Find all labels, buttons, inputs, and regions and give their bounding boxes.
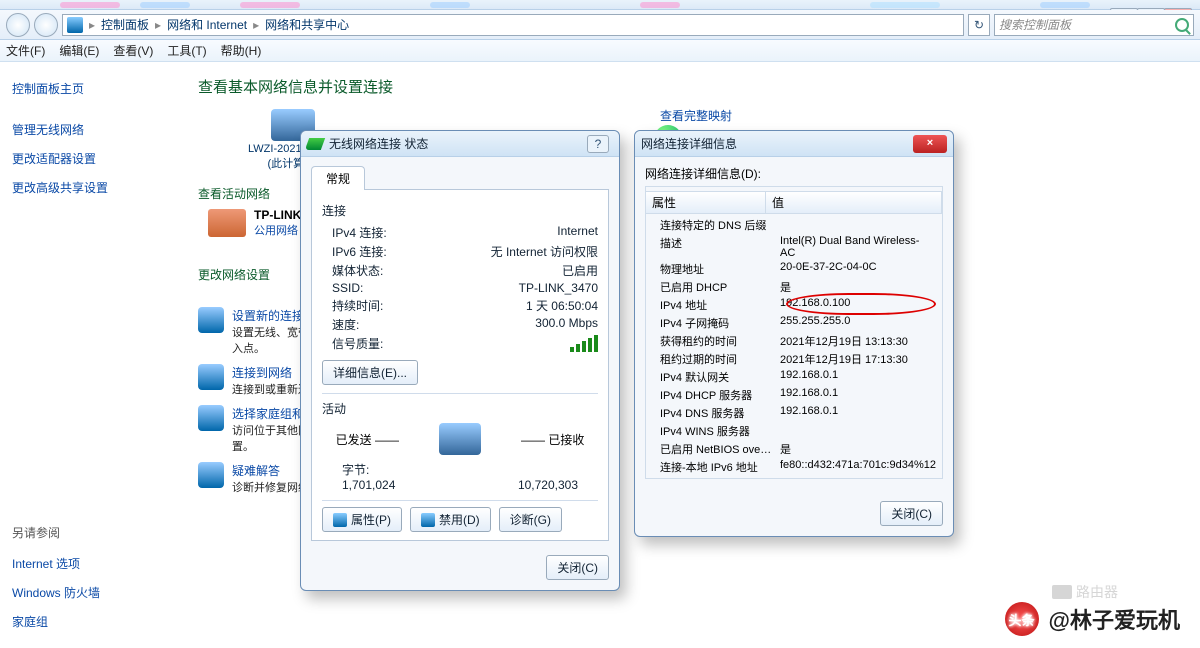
author-watermark: 头条 @林子爱玩机 (1005, 602, 1180, 636)
menu-help[interactable]: 帮助(H) (221, 42, 262, 59)
signal-label: 信号质量: (332, 335, 383, 355)
close-details-button[interactable]: 关闭(C) (880, 501, 943, 526)
bytes-sent: 1,701,024 (342, 478, 395, 492)
col-value: 值 (766, 192, 942, 213)
sidebar-home[interactable]: 控制面板主页 (12, 76, 168, 101)
disable-button[interactable]: 禁用(D) (410, 507, 491, 532)
menu-bar: 文件(F) 编辑(E) 查看(V) 工具(T) 帮助(H) (0, 40, 1200, 62)
details-dialog-title: 网络连接详细信息 (641, 135, 913, 152)
router-icon (1052, 585, 1072, 599)
detail-row: 获得租约的时间2021年12月19日 13:13:30 (654, 332, 934, 350)
breadcrumb[interactable]: ▸ 控制面板 ▸ 网络和 Internet ▸ 网络和共享中心 (62, 14, 964, 36)
address-bar: ▸ 控制面板 ▸ 网络和 Internet ▸ 网络和共享中心 ↻ 搜索控制面板 (0, 10, 1200, 40)
detail-row: IPv4 DNS 服务器192.168.0.1 (654, 404, 934, 422)
detail-row: 租约过期的时间2021年12月19日 17:13:30 (654, 350, 934, 368)
detail-row: 物理地址20-0E-37-2C-04-0C (654, 260, 934, 278)
adapter-icon (208, 209, 246, 237)
status-row: IPv6 连接:无 Internet 访问权限 (332, 242, 598, 261)
sidebar: 控制面板主页 管理无线网络 更改适配器设置 更改高级共享设置 另请参阅 Inte… (0, 62, 180, 648)
close-status-button[interactable]: 关闭(C) (546, 555, 609, 580)
search-input[interactable]: 搜索控制面板 (994, 14, 1194, 36)
see-also-label: 另请参阅 (12, 524, 168, 547)
status-row: 持续时间:1 天 06:50:04 (332, 296, 598, 315)
full-map-link[interactable]: 查看完整映射 (660, 107, 732, 124)
details-list-label: 网络连接详细信息(D): (645, 165, 943, 182)
close-icon[interactable]: × (913, 135, 947, 153)
task-icon (198, 307, 224, 333)
col-property: 属性 (646, 192, 766, 213)
details-list: 连接特定的 DNS 后缀描述Intel(R) Dual Band Wireles… (646, 214, 942, 474)
detail-row: IPv4 子网掩码255.255.255.0 (654, 314, 934, 332)
status-row: IPv4 连接:Internet (332, 223, 598, 242)
connection-details-dialog: 网络连接详细信息 × 网络连接详细信息(D): 属性 值 连接特定的 DNS 后… (634, 130, 954, 537)
group-connection: 连接 (322, 202, 598, 219)
page-title: 查看基本网络信息并设置连接 (198, 76, 1182, 97)
detail-row: 连接-本地 IPv6 地址fe80::d432:471a:701c:9d34%1… (654, 458, 934, 474)
toutiao-icon: 头条 (1005, 602, 1039, 636)
bytes-label: 字节: (342, 461, 369, 478)
tab-general[interactable]: 常规 (311, 166, 365, 190)
diagnose-button[interactable]: 诊断(G) (499, 507, 562, 532)
status-row: 速度:300.0 Mbps (332, 315, 598, 334)
menu-tools[interactable]: 工具(T) (167, 42, 206, 59)
properties-button[interactable]: 属性(P) (322, 507, 402, 532)
details-header: 属性 值 (646, 191, 942, 214)
sidebar-sharing-settings[interactable]: 更改高级共享设置 (12, 175, 168, 200)
detail-row: 已启用 NetBIOS ove…是 (654, 440, 934, 458)
crumb-root[interactable]: 控制面板 (101, 16, 149, 33)
sent-label: 已发送 —— (336, 431, 399, 448)
sidebar-homegroup[interactable]: 家庭组 (12, 609, 168, 634)
task-icon (198, 462, 224, 488)
group-activity: 活动 (322, 400, 598, 417)
shield-icon (421, 513, 435, 527)
detail-row: IPv4 默认网关192.168.0.1 (654, 368, 934, 386)
sidebar-internet-options[interactable]: Internet 选项 (12, 551, 168, 576)
task-icon (198, 364, 224, 390)
crumb-network[interactable]: 网络和 Internet (167, 16, 247, 33)
detail-row: 连接特定的 DNS 后缀 (654, 216, 934, 234)
detail-row: 已启用 DHCP是 (654, 278, 934, 296)
detail-row: IPv4 WINS 服务器 (654, 422, 934, 440)
status-row: 媒体状态:已启用 (332, 261, 598, 280)
dialog-title: 无线网络连接 状态 (329, 135, 587, 152)
task-icon (198, 405, 224, 431)
activity-pc-icon (439, 423, 481, 455)
menu-edit[interactable]: 编辑(E) (59, 42, 99, 59)
detail-row: IPv4 地址192.168.0.100 (654, 296, 934, 314)
signal-bars-icon (570, 335, 598, 352)
browser-tabstrip (0, 0, 1200, 10)
wifi-icon (305, 138, 325, 150)
recv-label: —— 已接收 (521, 431, 584, 448)
refresh-button[interactable]: ↻ (968, 14, 990, 36)
help-button[interactable]: ? (587, 135, 609, 153)
menu-file[interactable]: 文件(F) (6, 42, 45, 59)
back-button[interactable] (6, 13, 30, 37)
forward-button[interactable] (34, 13, 58, 37)
detail-row: IPv4 DHCP 服务器192.168.0.1 (654, 386, 934, 404)
menu-view[interactable]: 查看(V) (113, 42, 153, 59)
sidebar-windows-firewall[interactable]: Windows 防火墙 (12, 580, 168, 605)
router-watermark: 路由器 (1052, 582, 1118, 602)
sidebar-adapter-settings[interactable]: 更改适配器设置 (12, 146, 168, 171)
crumb-sharing-center[interactable]: 网络和共享中心 (265, 16, 349, 33)
sidebar-manage-wifi[interactable]: 管理无线网络 (12, 117, 168, 142)
status-row: SSID:TP-LINK_3470 (332, 280, 598, 296)
detail-row: 描述Intel(R) Dual Band Wireless-AC (654, 234, 934, 260)
control-panel-icon (67, 17, 83, 33)
wlan-status-dialog: 无线网络连接 状态 ? 常规 连接 IPv4 连接:InternetIPv6 连… (300, 130, 620, 591)
search-icon (1175, 18, 1189, 32)
search-placeholder: 搜索控制面板 (999, 16, 1071, 33)
author-name: @林子爱玩机 (1049, 603, 1180, 635)
details-button[interactable]: 详细信息(E)... (322, 360, 418, 385)
shield-icon (333, 513, 347, 527)
bytes-recv: 10,720,303 (518, 478, 578, 492)
